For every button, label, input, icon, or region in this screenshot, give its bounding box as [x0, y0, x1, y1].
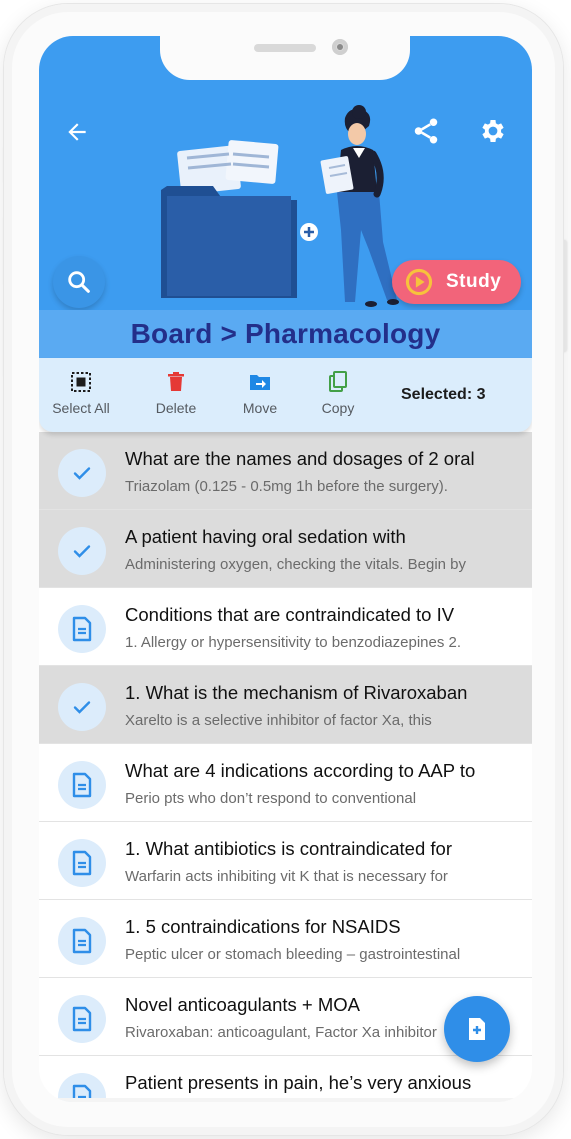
app-screen: Study Board > Pharmacology Select All De… — [39, 36, 532, 1102]
document-icon — [72, 928, 92, 954]
card-icon-badge[interactable] — [58, 761, 106, 809]
card-question: Novel anticoagulants + MOA — [125, 994, 360, 1015]
delete-button[interactable]: Delete — [136, 370, 216, 416]
document-icon — [72, 772, 92, 798]
selected-check-badge[interactable] — [58, 449, 106, 497]
card-row[interactable]: Patient presents in pain, he’s very anxi… — [39, 1056, 532, 1102]
gear-icon — [482, 120, 504, 142]
card-question: 1. What antibiotics is contraindicated f… — [125, 838, 452, 859]
title-band: Board > Pharmacology — [39, 310, 532, 358]
settings-button[interactable] — [476, 114, 510, 148]
document-icon — [72, 616, 92, 642]
trash-icon — [168, 372, 184, 391]
folder-move-icon — [250, 375, 270, 390]
card-row[interactable]: 1. 5 contraindications for NSAIDS Peptic … — [39, 900, 532, 978]
page-title: Board > Pharmacology — [130, 318, 441, 349]
copy-button[interactable]: Copy — [298, 370, 378, 416]
add-card-button[interactable] — [444, 996, 510, 1062]
card-row[interactable]: A patient having oral sedation with Admin… — [39, 510, 532, 588]
delete-label: Delete — [155, 400, 197, 416]
copy-label: Copy — [321, 400, 355, 416]
check-icon — [73, 467, 91, 480]
folder-illustration — [161, 105, 399, 307]
card-question: What are the names and dosages of 2 oral — [125, 448, 475, 469]
play-circle-icon — [405, 268, 433, 296]
move-button[interactable]: Move — [220, 370, 300, 416]
card-row[interactable]: What are the names and dosages of 2 oral… — [39, 432, 532, 510]
card-question: 1. 5 contraindications for NSAIDS — [125, 916, 401, 937]
card-question: Conditions that are contraindicated to I… — [125, 604, 455, 625]
selection-toolbar: Select All Delete Move Copy Selected: 3 — [39, 358, 532, 432]
card-row[interactable]: 1. What antibiotics is contraindicated f… — [39, 822, 532, 900]
card-answer-preview: Xarelto is a selective inhibitor of fact… — [125, 712, 432, 729]
card-row[interactable]: Conditions that are contraindicated to I… — [39, 588, 532, 666]
check-icon — [73, 545, 91, 558]
select-all-icon — [71, 372, 91, 392]
card-answer-preview: Administering oxygen, checking the vital… — [125, 556, 467, 573]
card-row[interactable]: What are 4 indications according to AAP … — [39, 744, 532, 822]
card-question: A patient having oral sedation with — [125, 526, 406, 547]
board-header: Study Board > Pharmacology — [39, 36, 532, 358]
card-icon-badge[interactable] — [58, 605, 106, 653]
card-icon-badge[interactable] — [58, 917, 106, 965]
back-button[interactable] — [61, 116, 93, 148]
search-button[interactable] — [53, 256, 105, 308]
card-question: Patient presents in pain, he’s very anxi… — [125, 1072, 472, 1093]
speaker-grille — [254, 44, 316, 52]
select-all-label: Select All — [52, 400, 110, 416]
card-question: 1. What is the mechanism of Rivaroxaban — [125, 682, 468, 703]
document-icon — [72, 850, 92, 876]
card-answer-preview: Peptic ulcer or stomach bleeding – gastr… — [125, 946, 461, 963]
card-answer-preview: 1. Allergy or hypersensitivity to benzod… — [125, 634, 462, 651]
study-button[interactable]: Study — [392, 260, 521, 304]
card-icon-badge[interactable] — [58, 995, 106, 1043]
selected-check-badge[interactable] — [58, 527, 106, 575]
check-icon — [73, 701, 91, 714]
share-icon — [414, 118, 438, 144]
copy-icon — [329, 371, 347, 392]
select-all-button[interactable]: Select All — [41, 370, 121, 416]
front-camera — [332, 39, 348, 55]
study-button-label: Study — [446, 271, 502, 292]
card-question: What are 4 indications according to AAP … — [125, 760, 476, 781]
card-answer-preview: Triazolam (0.125 - 0.5mg 1h before the s… — [125, 478, 448, 495]
add-document-icon — [469, 1018, 485, 1040]
card-answer-preview: Warfarin acts inhibiting vit K that is n… — [125, 868, 448, 885]
selected-check-badge[interactable] — [58, 683, 106, 731]
arrow-left-icon — [68, 123, 86, 141]
selected-count: Selected: 3 — [401, 386, 486, 403]
move-label: Move — [242, 400, 278, 416]
card-answer-preview: Perio pts who don’t respond to conventio… — [125, 790, 417, 807]
card-row[interactable]: 1. What is the mechanism of Rivaroxaban X… — [39, 666, 532, 744]
card-icon-badge[interactable] — [58, 839, 106, 887]
phone-notch — [160, 36, 410, 80]
share-button[interactable] — [409, 114, 443, 148]
document-icon — [72, 1006, 92, 1032]
search-icon — [68, 271, 90, 293]
home-indicator-strip — [39, 1098, 532, 1102]
